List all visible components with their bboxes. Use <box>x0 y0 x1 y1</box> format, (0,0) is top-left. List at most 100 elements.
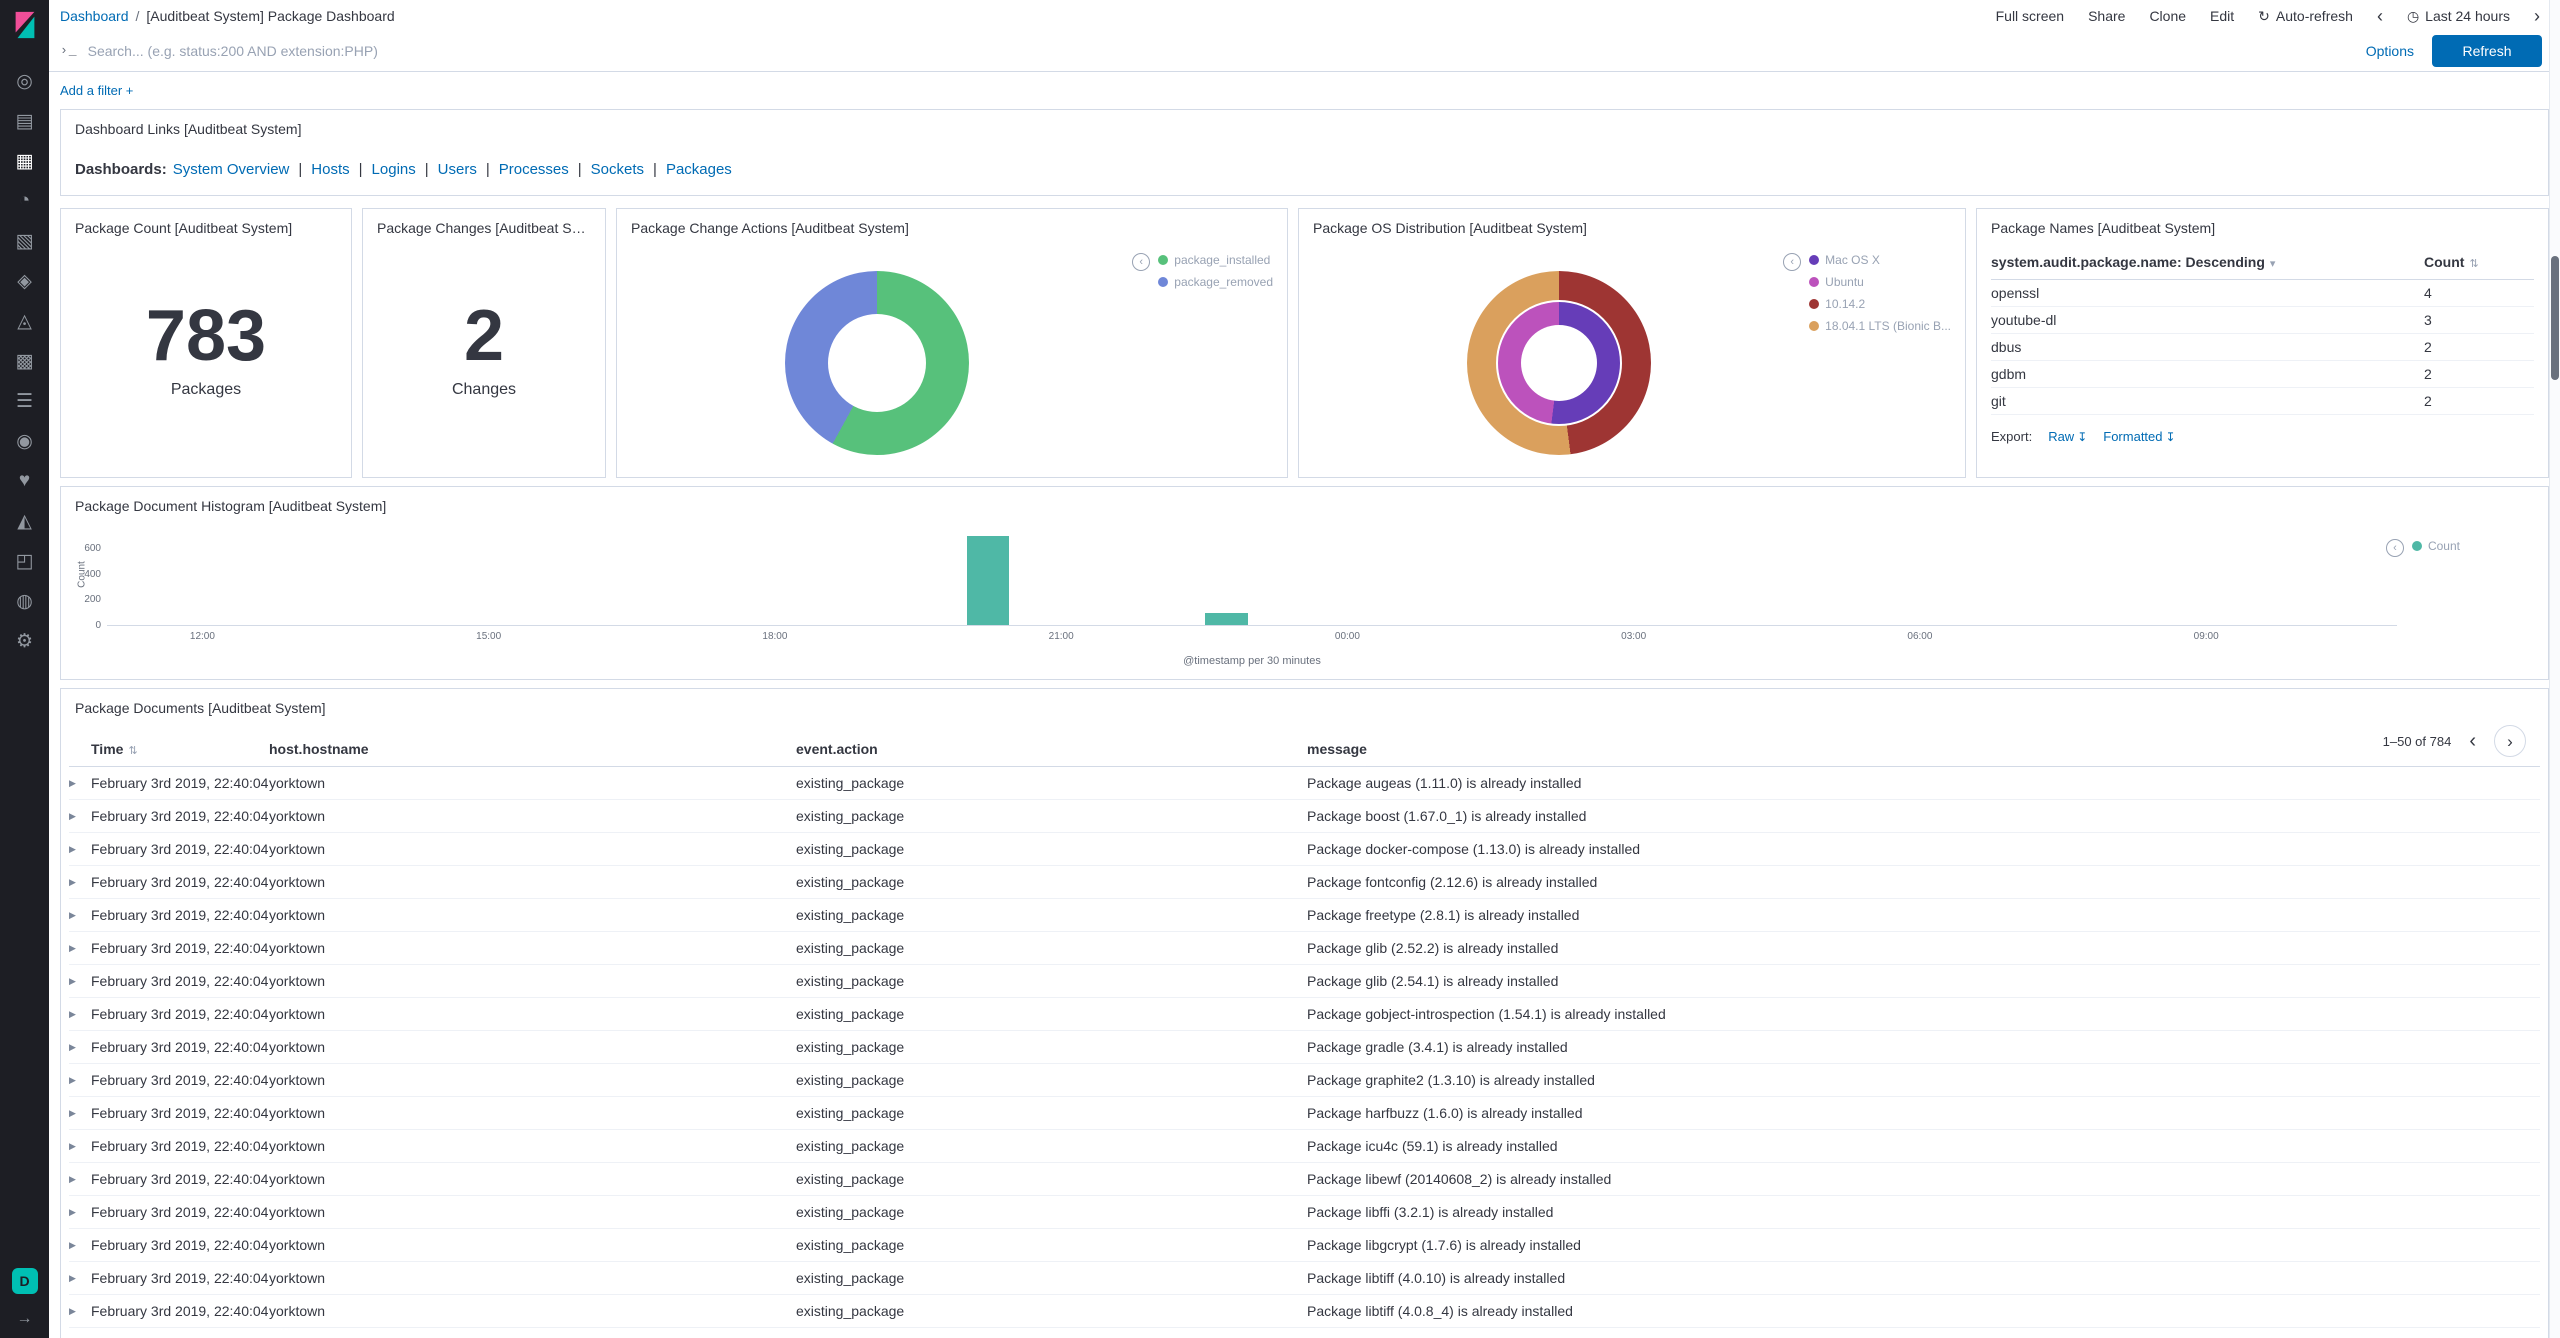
graph-icon[interactable]: ◭ <box>0 501 49 541</box>
page-scrollbar[interactable] <box>2549 0 2560 1338</box>
package-names-table: system.audit.package.name: Descending ▾ C… <box>1991 250 2534 415</box>
monitoring-icon[interactable]: ◍ <box>0 581 49 621</box>
expand-row-icon[interactable]: ▶ <box>69 997 91 1031</box>
legend-dot <box>1158 255 1169 265</box>
document-row: ▶February 3rd 2019, 22:40:04.121yorktown… <box>69 1261 2540 1295</box>
expand-row-icon[interactable]: ▶ <box>69 1063 91 1097</box>
next-page-button[interactable]: › <box>2494 725 2526 757</box>
histogram-bar[interactable] <box>1205 613 1248 625</box>
action-cell: existing_package <box>796 997 1307 1031</box>
expand-row-icon[interactable]: ▶ <box>69 832 91 866</box>
expand-row-icon[interactable]: ▶ <box>69 865 91 899</box>
expand-row-icon[interactable]: ▶ <box>69 1162 91 1196</box>
legend-item[interactable]: Count <box>2411 539 2460 553</box>
breadcrumb-dashboard[interactable]: Dashboard <box>60 8 129 24</box>
package-name-row[interactable]: dbus 2 <box>1991 333 2534 361</box>
share-button[interactable]: Share <box>2088 8 2125 24</box>
expand-row-icon[interactable]: ▶ <box>69 1261 91 1295</box>
expand-row-icon[interactable]: ▶ <box>69 799 91 833</box>
os-distribution-donut-chart[interactable] <box>1467 271 1651 455</box>
dashboard-icon[interactable]: ▦ <box>0 141 49 181</box>
package-name-row[interactable]: git 2 <box>1991 387 2534 415</box>
dashboard-link-users[interactable]: Users <box>438 161 477 178</box>
legend-toggle-icon[interactable]: ‹ <box>1132 253 1151 271</box>
change-actions-donut-chart[interactable] <box>785 271 969 455</box>
dashboard-link-hosts[interactable]: Hosts <box>311 161 349 178</box>
prev-page-button[interactable]: ‹ <box>2469 731 2476 751</box>
logs-icon[interactable]: ☰ <box>0 381 49 421</box>
timelion-icon[interactable]: ◔ <box>0 181 49 221</box>
dev-tools-icon[interactable]: ◰ <box>0 541 49 581</box>
uptime-icon[interactable]: ♥ <box>0 461 49 501</box>
auto-refresh-button[interactable]: ↻ Auto-refresh <box>2258 8 2353 25</box>
time-cell: February 3rd 2019, 22:40:04.121 <box>91 898 269 932</box>
legend-item[interactable]: Ubuntu <box>1809 275 1951 289</box>
count-column-header[interactable]: Count ⇅ <box>2424 250 2534 280</box>
legend-item[interactable]: Mac OS X <box>1809 253 1951 267</box>
legend-label: package_installed <box>1174 253 1271 267</box>
package-changes-value: 2 <box>463 295 505 376</box>
space-badge[interactable]: D <box>11 1268 38 1294</box>
time-cell: February 3rd 2019, 22:40:04.121 <box>91 865 269 899</box>
dashboard-link-processes[interactable]: Processes <box>499 161 569 178</box>
search-input[interactable] <box>87 42 2348 59</box>
dashboard-link-logins[interactable]: Logins <box>372 161 416 178</box>
host-column-header[interactable]: host.hostname <box>269 732 796 767</box>
sort-icon: ▾ <box>2269 258 2276 270</box>
expand-row-icon[interactable]: ▶ <box>69 931 91 965</box>
expand-row-icon[interactable]: ▶ <box>69 1195 91 1229</box>
histogram-chart[interactable]: 0 200 400 600 12:00 15:00 18:00 21:00 00:00 03:00… <box>84 523 2397 642</box>
time-back-button[interactable]: ‹ <box>2377 7 2383 25</box>
options-link[interactable]: Options <box>2366 43 2414 59</box>
package-name-row[interactable]: youtube-dl 3 <box>1991 306 2534 334</box>
x-axis-tick: 09:00 <box>2193 631 2219 642</box>
dashboard-link-system-overview[interactable]: System Overview <box>173 161 290 178</box>
legend-toggle-icon[interactable]: ‹ <box>1783 253 1802 271</box>
legend-item[interactable]: 18.04.1 LTS (Bionic B... <box>1809 319 1951 333</box>
time-column-header[interactable]: Time ⇅ <box>91 732 269 767</box>
time-forward-button[interactable]: › <box>2534 7 2540 25</box>
maps-icon[interactable]: ◈ <box>0 261 49 301</box>
time-picker-button[interactable]: ◷ Last 24 hours <box>2407 8 2510 25</box>
discover-icon[interactable]: ◎ <box>0 61 49 101</box>
dashboard-link-sockets[interactable]: Sockets <box>591 161 644 178</box>
machine-learning-icon[interactable]: ◬ <box>0 301 49 341</box>
names-column-header[interactable]: system.audit.package.name: Descending ▾ <box>1991 250 2424 280</box>
edit-button[interactable]: Edit <box>2210 8 2234 24</box>
management-icon[interactable]: ⚙ <box>0 621 49 661</box>
message-column-header[interactable]: message <box>1307 732 2540 767</box>
expand-row-icon[interactable]: ▶ <box>69 1294 91 1328</box>
full-screen-button[interactable]: Full screen <box>1996 8 2064 24</box>
expand-row-icon[interactable]: ▶ <box>69 898 91 932</box>
expand-row-icon[interactable]: ▶ <box>69 766 91 800</box>
package-name-row[interactable]: openssl 4 <box>1991 279 2534 307</box>
dashboard-link-packages[interactable]: Packages <box>666 161 732 178</box>
collapse-sidebar-icon[interactable]: → <box>17 1310 33 1328</box>
message-cell: Package gradle (3.4.1) is already instal… <box>1307 1030 2540 1064</box>
action-cell: existing_package <box>796 832 1307 866</box>
canvas-icon[interactable]: ▧ <box>0 221 49 261</box>
export-formatted-link[interactable]: Formatted ↧ <box>2103 429 2175 444</box>
histogram-bar[interactable] <box>966 536 1010 625</box>
scrollbar-thumb[interactable] <box>2551 256 2559 380</box>
host-cell: yorktown <box>269 1261 796 1295</box>
infrastructure-icon[interactable]: ▩ <box>0 341 49 381</box>
expand-row-icon[interactable]: ▶ <box>69 964 91 998</box>
legend: ‹ Mac OS X Ubuntu 10.14.2 18.04.1 LTS (Bion… <box>1783 253 1951 333</box>
clone-button[interactable]: Clone <box>2149 8 2186 24</box>
add-filter-link[interactable]: Add a filter + <box>60 83 133 98</box>
visualize-icon[interactable]: ▤ <box>0 101 49 141</box>
legend-item[interactable]: 10.14.2 <box>1809 297 1951 311</box>
apm-icon[interactable]: ◉ <box>0 421 49 461</box>
expand-row-icon[interactable]: ▶ <box>69 1096 91 1130</box>
refresh-button[interactable]: Refresh <box>2432 34 2542 67</box>
kibana-logo[interactable] <box>0 0 49 49</box>
action-column-header[interactable]: event.action <box>796 732 1307 767</box>
expand-row-icon[interactable]: ▶ <box>69 1030 91 1064</box>
legend-item[interactable]: package_removed <box>1158 275 1273 289</box>
legend-item[interactable]: package_installed <box>1158 253 1273 267</box>
package-name-row[interactable]: gdbm 2 <box>1991 360 2534 388</box>
expand-row-icon[interactable]: ▶ <box>69 1129 91 1163</box>
expand-row-icon[interactable]: ▶ <box>69 1228 91 1262</box>
export-raw-link[interactable]: Raw ↧ <box>2048 429 2087 444</box>
